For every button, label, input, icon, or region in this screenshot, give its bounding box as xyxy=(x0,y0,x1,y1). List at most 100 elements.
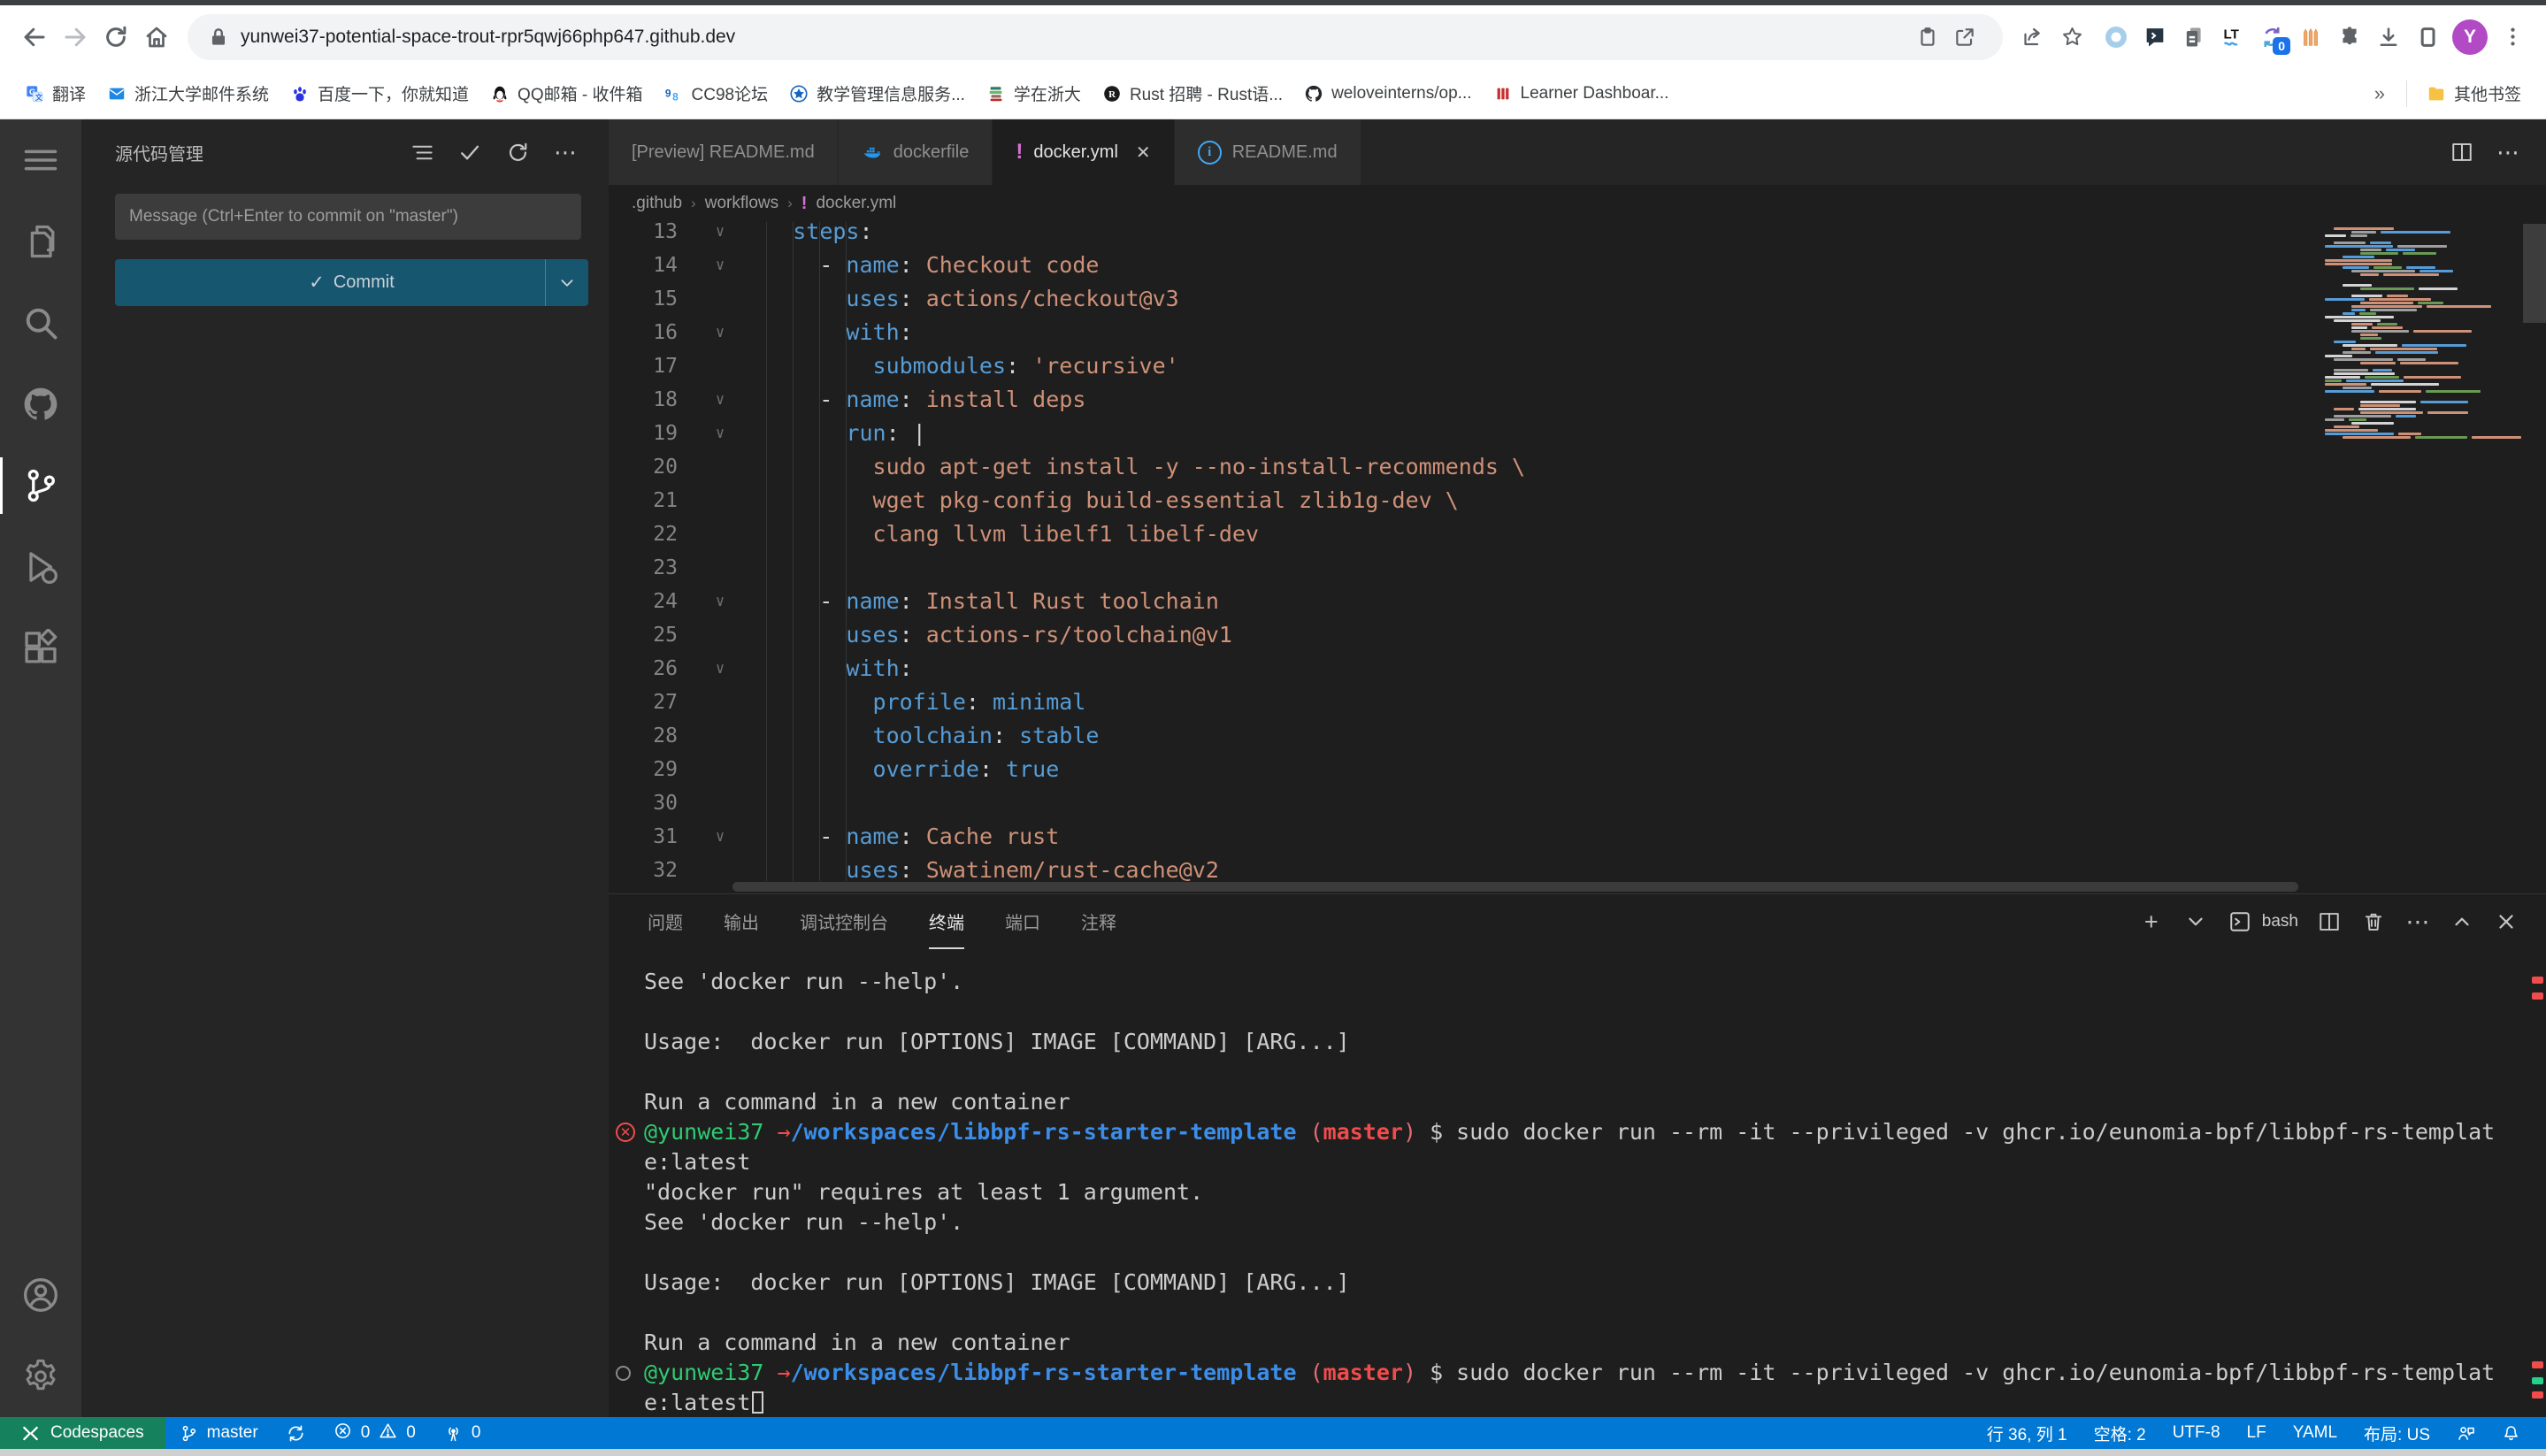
bookmark-item[interactable]: 教学管理信息服务... xyxy=(778,76,976,111)
tab-readme.md[interactable]: iREADME.md xyxy=(1175,119,1361,185)
code-line[interactable]: 14∨ - name: Checkout code xyxy=(609,249,2546,282)
status-cursor-position[interactable]: 行 36, 列 1 xyxy=(1974,1417,2081,1449)
code-line[interactable]: 31∨ - name: Cache rust xyxy=(609,820,2546,854)
breadcrumb-item[interactable]: docker.yml xyxy=(816,194,896,213)
editor-more-icon[interactable]: ⋯ xyxy=(2493,139,2523,166)
terminal-line[interactable]: See 'docker run --help'. xyxy=(644,967,2546,997)
panel-tab-注释[interactable]: 注释 xyxy=(1081,894,1116,949)
code-line[interactable]: 20 sudo apt-get install -y --no-install-… xyxy=(609,450,2546,484)
chat-extension-icon[interactable] xyxy=(2136,18,2174,57)
status-codespaces[interactable]: Codespaces xyxy=(0,1417,165,1449)
fold-icon[interactable]: ∨ xyxy=(701,820,740,854)
split-terminal-icon[interactable] xyxy=(2316,910,2343,933)
bookmark-item[interactable]: QQ邮箱 - 收件箱 xyxy=(479,76,653,111)
browser-menu-icon[interactable] xyxy=(2493,18,2532,57)
bookmark-item[interactable]: G文翻译 xyxy=(14,76,96,111)
more-actions-icon[interactable]: ⋯ xyxy=(548,135,582,169)
home-icon[interactable] xyxy=(136,17,177,57)
code-line[interactable]: 17 submodules: 'recursive' xyxy=(609,349,2546,383)
code-line[interactable]: 19∨ run: | xyxy=(609,417,2546,450)
code-line[interactable]: 18∨ - name: install deps xyxy=(609,383,2546,417)
status-indentation[interactable]: 空格: 2 xyxy=(2081,1417,2159,1449)
editor-hscrollbar[interactable] xyxy=(732,882,2298,892)
terminal-line[interactable]: Run a command in a new container xyxy=(644,1087,2546,1117)
minimap[interactable] xyxy=(2320,224,2521,443)
activity-run-debug[interactable] xyxy=(0,526,81,608)
languagetool-icon[interactable]: LT xyxy=(2213,18,2252,57)
bookmarks-overflow-icon[interactable]: » xyxy=(2362,82,2397,105)
panel-more-icon[interactable]: ⋯ xyxy=(2404,913,2431,931)
ring-extension-icon[interactable] xyxy=(2097,18,2136,57)
clipboard-icon[interactable] xyxy=(1909,26,1946,49)
close-icon[interactable]: ✕ xyxy=(1136,142,1151,164)
status-problems[interactable]: 00 xyxy=(319,1417,430,1449)
fold-icon[interactable]: ∨ xyxy=(701,585,740,618)
tab-dockerfile[interactable]: dockerfile xyxy=(839,119,993,185)
terminal-dropdown-icon[interactable] xyxy=(2182,910,2209,933)
back-icon[interactable] xyxy=(14,17,55,57)
bookmark-item[interactable]: weloveinterns/op... xyxy=(1293,79,1482,109)
code-line[interactable]: 23 xyxy=(609,551,2546,585)
pages-extension-icon[interactable] xyxy=(2174,18,2213,57)
code-editor[interactable]: 13∨ steps:14∨ - name: Checkout code15 us… xyxy=(609,222,2546,893)
fold-icon[interactable]: ∨ xyxy=(701,652,740,686)
status-ports[interactable]: 0 xyxy=(430,1417,495,1449)
activity-extensions[interactable] xyxy=(0,608,81,689)
fold-icon[interactable]: ∨ xyxy=(701,222,740,249)
bookmark-item[interactable]: RRust 招聘 - Rust语... xyxy=(1092,76,1293,111)
status-eol[interactable]: LF xyxy=(2234,1417,2280,1449)
code-line[interactable]: 27 profile: minimal xyxy=(609,686,2546,719)
status-feedback[interactable] xyxy=(2443,1417,2488,1449)
downloads-icon[interactable] xyxy=(2369,18,2408,57)
code-line[interactable]: 13∨ steps: xyxy=(609,222,2546,249)
fold-icon[interactable]: ∨ xyxy=(701,417,740,450)
terminal-line[interactable] xyxy=(644,1057,2546,1087)
open-in-new-icon[interactable] xyxy=(1946,26,1983,49)
profile-avatar[interactable]: Y xyxy=(2452,19,2488,55)
breadcrumb-item[interactable]: workflows xyxy=(705,194,778,213)
status-notifications[interactable] xyxy=(2488,1417,2534,1449)
terminal-line[interactable]: "docker run" requires at least 1 argumen… xyxy=(644,1177,2546,1207)
maximize-panel-icon[interactable] xyxy=(2449,910,2475,933)
code-line[interactable]: 22 clang llvm libelf1 libelf-dev xyxy=(609,517,2546,551)
bookmark-item[interactable]: Learner Dashboar... xyxy=(1483,79,1680,109)
commit-message-input[interactable] xyxy=(115,194,581,240)
forward-icon[interactable] xyxy=(55,17,96,57)
activity-github[interactable] xyxy=(0,364,81,445)
new-terminal-icon[interactable]: + xyxy=(2138,913,2165,931)
activity-settings[interactable] xyxy=(0,1336,81,1417)
code-line[interactable]: 30 xyxy=(609,786,2546,820)
panel-tab-终端[interactable]: 终端 xyxy=(929,894,964,949)
panel-tab-端口[interactable]: 端口 xyxy=(1005,894,1040,949)
bookmark-item[interactable]: 学在浙大 xyxy=(976,76,1092,111)
highlighter-extension-icon[interactable] xyxy=(2291,18,2330,57)
activity-account[interactable] xyxy=(0,1254,81,1336)
commit-dropdown-icon[interactable] xyxy=(545,259,588,306)
breadcrumb[interactable]: .github›workflows›!docker.yml xyxy=(609,185,2546,222)
commit-check-icon[interactable] xyxy=(453,135,487,169)
commit-button[interactable]: ✓ Commit xyxy=(115,259,588,306)
terminal-line[interactable] xyxy=(644,1298,2546,1328)
panel-tab-调试控制台[interactable]: 调试控制台 xyxy=(800,894,888,949)
fold-icon[interactable]: ∨ xyxy=(701,249,740,282)
status-branch[interactable]: master xyxy=(165,1417,272,1449)
code-line[interactable]: 25 uses: actions-rs/toolchain@v1 xyxy=(609,618,2546,652)
activity-menu[interactable] xyxy=(0,119,81,201)
tab--preview-readme.md[interactable]: [Preview] README.md xyxy=(609,119,839,185)
code-line[interactable]: 29 override: true xyxy=(609,753,2546,786)
code-line[interactable]: 16∨ with: xyxy=(609,316,2546,349)
view-as-list-icon[interactable] xyxy=(405,135,439,169)
terminal-line[interactable]: Run a command in a new container xyxy=(644,1328,2546,1358)
code-line[interactable]: 28 toolchain: stable xyxy=(609,719,2546,753)
share-icon[interactable] xyxy=(2013,18,2052,57)
status-keyboard-layout[interactable]: 布局: US xyxy=(2350,1417,2443,1449)
other-bookmarks[interactable]: 其他书签 xyxy=(2416,76,2532,111)
bookmark-star-icon[interactable] xyxy=(2052,18,2091,57)
extensions-puzzle-icon[interactable] xyxy=(2330,18,2369,57)
status-encoding[interactable]: UTF-8 xyxy=(2159,1417,2234,1449)
editor-scrollbar[interactable] xyxy=(2523,224,2546,323)
terminal-line[interactable] xyxy=(644,997,2546,1027)
fold-icon[interactable]: ∨ xyxy=(701,383,740,417)
split-editor-icon[interactable] xyxy=(2447,141,2477,164)
bookmark-item[interactable]: 百度一下，你就知道 xyxy=(280,76,479,111)
